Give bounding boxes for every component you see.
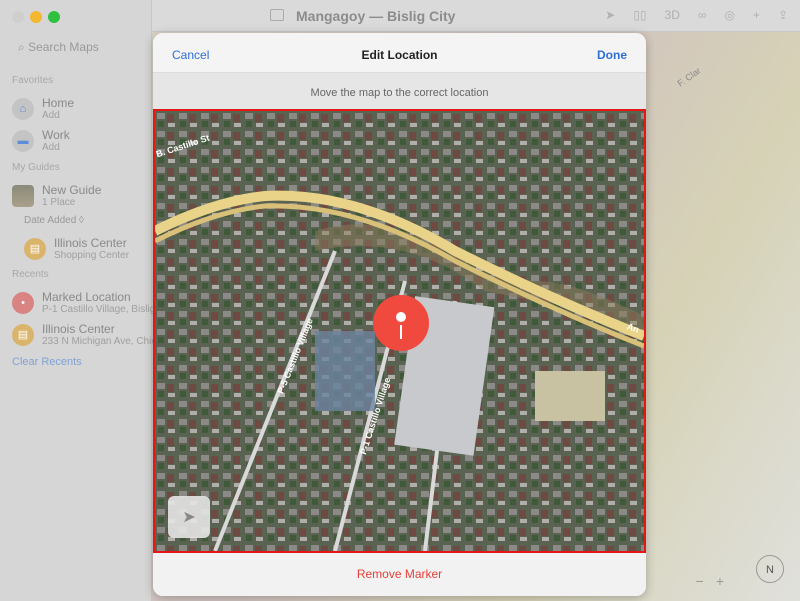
home-icon: ⌂ (12, 97, 34, 120)
satellite-map[interactable]: B. Castillo St P-5 Castillo Village P-1 … (153, 109, 646, 553)
favorite-work[interactable]: ▬ Work Add (12, 128, 70, 153)
clear-recents-link[interactable]: Clear Recents (12, 356, 82, 368)
shopping-icon: ▤ (12, 323, 34, 346)
sidebar-toggle-icon[interactable] (270, 9, 284, 21)
guides-heading: My Guides (12, 162, 60, 173)
recents-heading: Recents (12, 269, 49, 280)
remove-marker-button[interactable]: Remove Marker (153, 553, 646, 596)
dialog-title: Edit Location (361, 48, 438, 62)
shopping-icon: ▤ (24, 237, 46, 260)
location-arrow-icon: ➤ (182, 509, 196, 526)
recent-item[interactable]: • Marked Location P-1 Castillo Village, Bi… (12, 290, 155, 315)
item-sub: Add (42, 110, 60, 121)
look-around-icon[interactable]: ∞ (698, 8, 707, 22)
edit-location-dialog: Cancel Edit Location Done Move the map t… (153, 33, 646, 596)
window-title: Mangagoy — Bislig City (296, 8, 456, 24)
guide-thumbnail (12, 184, 34, 207)
item-title: Marked Location (42, 290, 131, 304)
briefcase-icon: ▬ (12, 129, 34, 152)
sort-dropdown[interactable]: Date Added ◊ (24, 215, 84, 226)
item-sub: 1 Place (42, 197, 76, 208)
sidebar: ⌕ Search Maps Favorites ⌂ Home Add ▬ Work Ad… (0, 0, 173, 601)
compass[interactable]: N (756, 555, 784, 583)
favorite-home[interactable]: ⌂ Home Add (12, 96, 74, 121)
item-title: New Guide (42, 183, 102, 197)
dialog-header: Cancel Edit Location Done (153, 33, 646, 73)
current-location-button[interactable]: ➤ (168, 496, 210, 538)
minimize-button[interactable] (30, 11, 42, 23)
add-icon[interactable]: + (753, 8, 760, 22)
toolbar-tools: ➤ ▯▯ 3D ∞ ◎ + ⇪ (605, 8, 788, 22)
done-button[interactable]: Done (597, 48, 627, 62)
item-sub: P-1 Castillo Village, Bislig (42, 304, 156, 315)
guide-item[interactable]: New Guide 1 Place (12, 183, 101, 208)
location-icon[interactable]: ➤ (605, 8, 615, 22)
tracking-icon[interactable]: ◎ (724, 8, 734, 22)
toolbar: Mangagoy — Bislig City ➤ ▯▯ 3D ∞ ◎ + ⇪ (152, 0, 800, 32)
pin-stem (400, 325, 402, 339)
map-mode-icon[interactable]: ▯▯ (633, 8, 646, 22)
street-label: F. Clar (675, 65, 703, 89)
zoom-controls[interactable]: −+ (696, 573, 736, 589)
share-icon[interactable]: ⇪ (778, 8, 788, 22)
3d-button[interactable]: 3D (665, 8, 680, 22)
guide-place[interactable]: ▤ Illinois Center Shopping Center (24, 236, 129, 261)
favorites-heading: Favorites (12, 75, 54, 86)
window-controls (12, 11, 60, 23)
pin-icon (396, 312, 406, 322)
item-sub: Shopping Center (54, 250, 130, 261)
item-sub: Add (42, 142, 60, 153)
search-placeholder: Search Maps (28, 40, 99, 54)
location-pin-marker[interactable] (373, 295, 429, 351)
close-button[interactable] (12, 11, 24, 23)
item-title: Illinois Center (54, 236, 127, 250)
search-input[interactable]: ⌕ Search Maps (12, 36, 152, 58)
zoom-button[interactable] (48, 11, 60, 23)
pin-icon: • (12, 291, 34, 314)
item-title: Home (42, 96, 75, 110)
dialog-hint: Move the map to the correct location (153, 73, 646, 109)
recent-item[interactable]: ▤ Illinois Center 233 N Michigan Ave, Chic… (12, 322, 173, 347)
item-title: Work (42, 128, 70, 142)
